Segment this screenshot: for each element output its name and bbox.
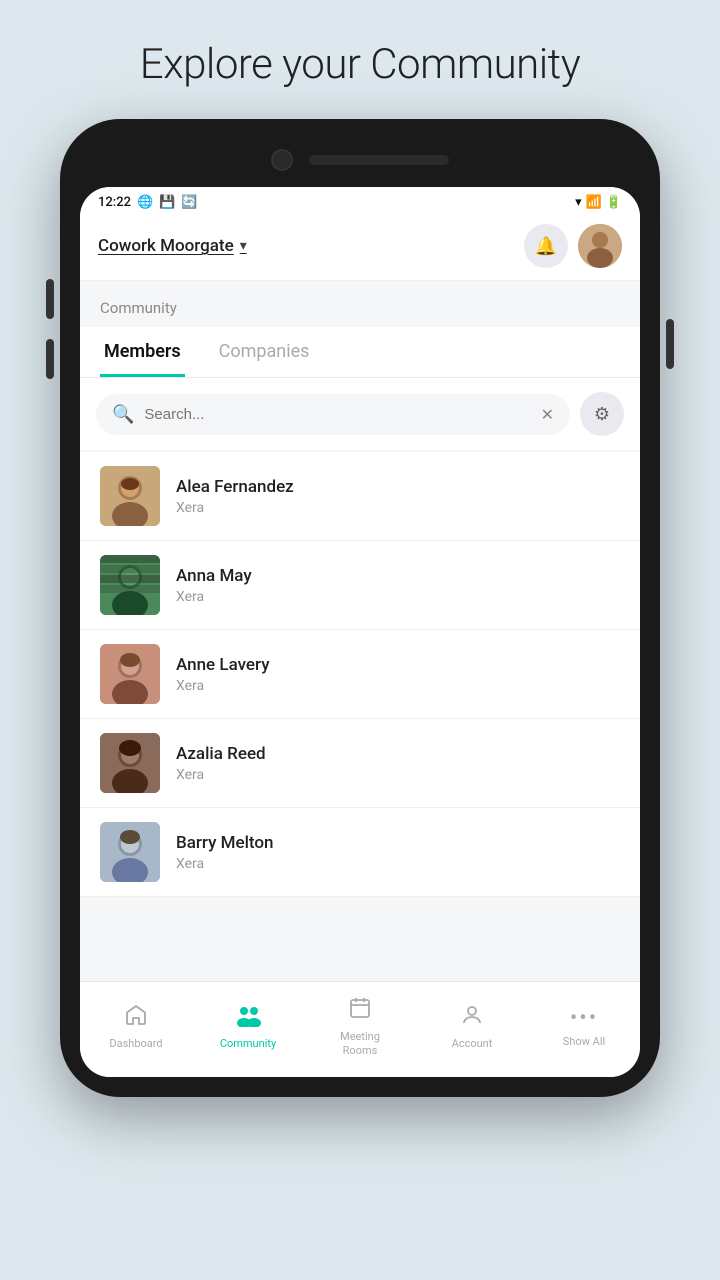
phone-frame: 12:22 🌐 💾 🔄 ▾ 📶 🔋 Cowork Moorgate ▾ 🔔 — [60, 119, 660, 1097]
member-name: Azalia Reed — [176, 744, 266, 764]
list-item[interactable]: Alea Fernandez Xera — [80, 452, 640, 541]
time-display: 12:22 — [98, 195, 131, 210]
avatar — [100, 822, 160, 882]
status-bar-left: 12:22 🌐 💾 🔄 — [98, 195, 198, 210]
page-title: Explore your Community — [120, 0, 600, 119]
power-button — [666, 319, 674, 369]
sync-icon: 🔄 — [181, 195, 197, 210]
status-bar: 12:22 🌐 💾 🔄 ▾ 📶 🔋 — [80, 187, 640, 216]
tabs-container: Members Companies — [80, 327, 640, 378]
nav-item-community[interactable]: Community — [208, 999, 288, 1055]
member-info: Azalia Reed Xera — [176, 744, 266, 783]
list-item[interactable]: Anne Lavery Xera — [80, 630, 640, 719]
nav-label-account: Account — [452, 1037, 493, 1051]
signal-icon: 📶 — [586, 195, 602, 210]
filter-icon: ⚙ — [594, 404, 610, 425]
battery-icon: 🔋 — [606, 195, 622, 210]
user-avatar-image — [578, 224, 622, 268]
list-item[interactable]: Barry Melton Xera — [80, 808, 640, 897]
notification-button[interactable]: 🔔 — [524, 224, 568, 268]
member-company: Xera — [176, 589, 252, 605]
list-item[interactable]: Anna May Xera — [80, 541, 640, 630]
nav-header: Cowork Moorgate ▾ 🔔 — [80, 216, 640, 281]
avatar — [100, 555, 160, 615]
camera — [271, 149, 293, 171]
nav-item-meeting-rooms[interactable]: Meeting Rooms — [320, 992, 400, 1063]
member-company: Xera — [176, 767, 266, 783]
tab-members[interactable]: Members — [100, 327, 185, 377]
member-info: Alea Fernandez Xera — [176, 477, 294, 516]
search-row: 🔍 ✕ ⚙ — [80, 378, 640, 450]
nav-item-account[interactable]: Account — [432, 999, 512, 1055]
list-item[interactable]: Azalia Reed Xera — [80, 719, 640, 808]
sd-card-icon: 💾 — [159, 195, 175, 210]
bell-icon: 🔔 — [535, 236, 557, 257]
member-company: Xera — [176, 856, 274, 872]
user-avatar-button[interactable] — [578, 224, 622, 268]
section-label: Community — [80, 281, 640, 327]
member-info: Anna May Xera — [176, 566, 252, 605]
header-actions: 🔔 — [524, 224, 622, 268]
nav-item-dashboard[interactable]: Dashboard — [96, 999, 176, 1055]
speaker — [309, 155, 449, 165]
member-name: Anna May — [176, 566, 252, 586]
member-name: Anne Lavery — [176, 655, 270, 675]
member-company: Xera — [176, 678, 270, 694]
workspace-selector[interactable]: Cowork Moorgate ▾ — [98, 236, 247, 256]
search-box: 🔍 ✕ — [96, 394, 570, 435]
side-buttons-left — [46, 279, 54, 379]
nav-item-show-all[interactable]: ••• Show All — [544, 1002, 624, 1053]
search-input[interactable] — [144, 406, 530, 423]
phone-screen: 12:22 🌐 💾 🔄 ▾ 📶 🔋 Cowork Moorgate ▾ 🔔 — [80, 187, 640, 1077]
wifi-icon: ▾ — [575, 195, 582, 210]
community-icon — [234, 1003, 262, 1033]
avatar — [100, 733, 160, 793]
nav-label-meeting-rooms: Meeting Rooms — [340, 1030, 380, 1059]
status-bar-right: ▾ 📶 🔋 — [575, 195, 622, 210]
chevron-down-icon: ▾ — [240, 238, 247, 254]
clear-icon[interactable]: ✕ — [541, 405, 554, 424]
side-buttons-right — [666, 319, 674, 369]
phone-top-bar — [80, 139, 640, 187]
avatar — [100, 466, 160, 526]
person-icon — [460, 1003, 484, 1033]
calendar-icon — [348, 996, 372, 1026]
bottom-nav: Dashboard Community — [80, 981, 640, 1077]
more-icon: ••• — [570, 1006, 598, 1031]
member-info: Anne Lavery Xera — [176, 655, 270, 694]
member-company: Xera — [176, 500, 294, 516]
member-info: Barry Melton Xera — [176, 833, 274, 872]
volume-down-button — [46, 339, 54, 379]
filter-button[interactable]: ⚙ — [580, 392, 624, 436]
avatar — [100, 644, 160, 704]
volume-up-button — [46, 279, 54, 319]
member-name: Alea Fernandez — [176, 477, 294, 497]
search-icon: 🔍 — [112, 404, 134, 425]
members-list: Alea Fernandez Xera — [80, 452, 640, 897]
nav-label-dashboard: Dashboard — [109, 1037, 162, 1051]
globe-icon: 🌐 — [137, 195, 153, 210]
nav-label-community: Community — [220, 1037, 276, 1051]
member-name: Barry Melton — [176, 833, 274, 853]
workspace-name: Cowork Moorgate — [98, 236, 234, 256]
content-area: Community Members Companies 🔍 ✕ ⚙ — [80, 281, 640, 981]
nav-label-show-all: Show All — [563, 1035, 605, 1049]
tab-companies[interactable]: Companies — [215, 327, 314, 377]
home-icon — [124, 1003, 148, 1033]
